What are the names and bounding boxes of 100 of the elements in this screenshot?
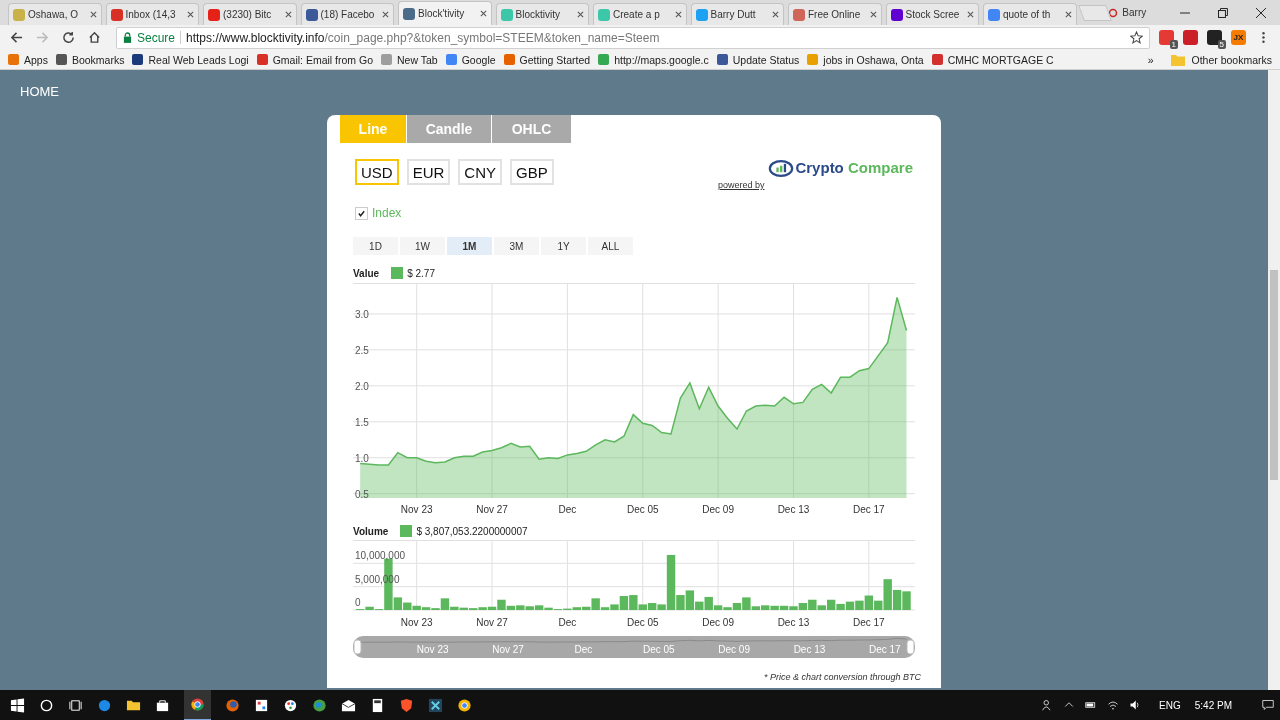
axis-label: 0.5 (355, 488, 369, 500)
scrollbar-thumb[interactable] (1270, 270, 1278, 480)
range-button[interactable]: 1W (400, 237, 445, 255)
range-button[interactable]: ALL (588, 237, 633, 255)
clock[interactable]: 5:42 PM (1194, 699, 1232, 711)
check-icon (357, 208, 366, 218)
bookmark[interactable]: New Tab (381, 53, 438, 66)
close-icon[interactable] (577, 11, 584, 18)
extension-icon[interactable]: JX (1231, 30, 1246, 45)
browser-tab[interactable]: (18) Facebo (300, 3, 394, 25)
close-icon[interactable] (674, 11, 682, 18)
bookmark[interactable]: Update Status (716, 53, 800, 66)
browser-tab[interactable]: Oshawa, O (8, 3, 102, 25)
scrollbar[interactable] (1268, 70, 1280, 690)
browser-tab[interactable]: Stock Scree (885, 3, 979, 25)
currency-button[interactable]: GBP (510, 159, 554, 185)
bookmark[interactable]: Google (445, 53, 496, 66)
lock-icon (123, 32, 132, 43)
axis-label: Nov 23 (400, 504, 433, 515)
badge: 1 (1169, 40, 1178, 49)
browser-tab[interactable]: Block'tivity (398, 1, 492, 25)
axis-label: Dec (558, 617, 577, 628)
browser-tab[interactable]: Create a p (593, 3, 687, 25)
overflow-button[interactable]: » (1147, 53, 1154, 66)
range-button[interactable]: 1M (447, 237, 492, 255)
profile-button[interactable]: Barry (1108, 7, 1147, 18)
close-icon[interactable] (479, 10, 487, 17)
browser-tab[interactable]: Barry Dutt (690, 3, 784, 25)
legend-label: Value (353, 267, 380, 279)
axis-label: Dec 17 (853, 617, 885, 628)
range-button[interactable]: 3M (494, 237, 539, 255)
range-handle[interactable] (353, 639, 362, 655)
axis-label: Dec (558, 504, 577, 515)
volume-bar (902, 591, 911, 610)
axis-label: Dec 09 (702, 617, 734, 628)
wifi-icon[interactable] (1107, 699, 1120, 711)
close-icon[interactable] (382, 11, 389, 18)
bookmark[interactable]: jobs in Oshawa, Onta (807, 53, 924, 66)
navigator-label: Dec 05 (642, 644, 675, 655)
bookmark[interactable]: Bookmarks (55, 53, 125, 66)
notification-icon[interactable] (1262, 699, 1274, 711)
browser-tab[interactable]: Inbox (14,3 (105, 3, 199, 25)
range-button[interactable]: 1D (353, 237, 398, 255)
language-indicator[interactable]: ENG (1159, 699, 1181, 711)
close-icon[interactable] (89, 11, 97, 18)
browser-tab[interactable]: Blocktivity (495, 3, 589, 25)
close-icon[interactable] (187, 11, 194, 18)
address-bar[interactable]: Secure https://www.blocktivity.info/coin_page.php?&token_symbol=STEEM&token_name=Steem (116, 26, 1150, 49)
axis-label: Nov 27 (476, 504, 508, 515)
axis-label: 1.0 (355, 452, 369, 464)
range-handle[interactable] (906, 639, 915, 655)
battery-icon[interactable] (1085, 699, 1098, 711)
axis-label: 2.5 (355, 344, 369, 356)
logo-icon (768, 159, 795, 178)
browser-tab[interactable]: (3230) Bitc (203, 3, 297, 25)
currency-button[interactable]: USD (355, 159, 399, 185)
browser-tab[interactable]: Free Online (788, 3, 882, 25)
navigator-label: Dec 17 (869, 644, 901, 655)
bookmark[interactable]: Real Web Leads Logi (132, 53, 249, 66)
axis-label: Dec 09 (702, 504, 734, 515)
bookmark[interactable]: Apps (8, 53, 48, 66)
navigator-label: Nov 23 (416, 644, 449, 655)
axis-label: 1.5 (355, 416, 369, 428)
bookmark[interactable]: CMHC MORTGAGE C (931, 53, 1054, 66)
range-button[interactable]: 1Y (541, 237, 586, 255)
legend-value: $ 2.77 (407, 267, 435, 279)
home-link[interactable]: HOME (20, 83, 59, 99)
url-text: https://www.blocktivity.info/coin_page.php?&token_symbol=STEEM&token_name=Steem (186, 30, 660, 45)
browser-icon[interactable] (184, 689, 211, 720)
close-icon[interactable] (869, 11, 877, 18)
browser-tab[interactable]: quote of th (983, 3, 1077, 25)
close-icon[interactable] (1064, 11, 1072, 18)
home-icon[interactable] (88, 31, 101, 44)
back-icon[interactable] (10, 31, 23, 44)
legend-label: Volume (353, 525, 389, 537)
close-icon[interactable] (772, 11, 779, 18)
maximize-icon[interactable] (1218, 7, 1229, 18)
bookmark[interactable]: http://maps.google.c (598, 53, 709, 66)
currency-button[interactable]: EUR (406, 159, 451, 185)
brand-logo: Crypto Compare (795, 159, 913, 176)
axis-label: Dec 17 (853, 504, 885, 515)
close-icon[interactable] (967, 11, 974, 18)
axis-label: Dec 05 (626, 504, 659, 515)
checkbox[interactable] (355, 206, 368, 220)
close-icon[interactable] (284, 11, 292, 18)
legend-value: $ 3,807,053.2200000007 (416, 525, 528, 537)
reload-icon[interactable] (62, 31, 75, 44)
star-icon[interactable] (1130, 31, 1143, 44)
bookmark[interactable]: Gmail: Email from Go (256, 53, 374, 66)
currency-button[interactable]: CNY (458, 159, 502, 185)
powered-by-link[interactable]: powered by (717, 180, 765, 190)
navigator-label: Nov 27 (492, 644, 524, 655)
secure-label: Secure (137, 30, 176, 45)
other-bookmarks[interactable]: Other bookmarks (1171, 53, 1272, 66)
folder-icon (1171, 53, 1186, 66)
axis-label: Dec 13 (777, 504, 810, 515)
close-icon[interactable] (1256, 7, 1267, 18)
navigator-label: Dec 13 (793, 644, 826, 655)
bookmark[interactable]: Getting Started (503, 53, 591, 66)
axis-label: 2.0 (355, 380, 369, 392)
